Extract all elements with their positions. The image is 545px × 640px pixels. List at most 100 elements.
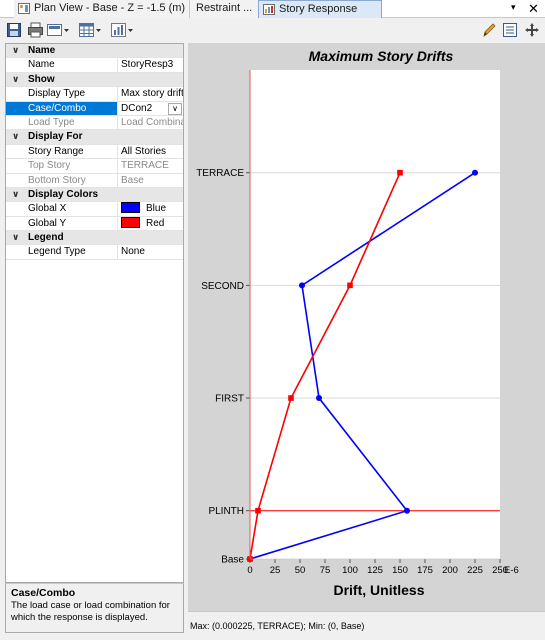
close-icon[interactable]: ✕ [528, 1, 542, 17]
property-value[interactable]: DCon2 ∨ [118, 102, 183, 115]
property-value: TERRACE [118, 159, 183, 172]
data-point-series-1 [397, 169, 403, 176]
x-tick-label: 175 [417, 565, 433, 576]
property-name: Display Type [6, 87, 118, 101]
pencil-button[interactable] [482, 22, 497, 40]
list-button[interactable] [502, 22, 518, 40]
chart-panel: Maximum Story Drifts Base PLINTH FIRST SECON… [188, 43, 545, 611]
data-point-series-1 [255, 507, 261, 514]
category-show[interactable]: ∨ Show [6, 72, 183, 88]
property-row-story-range[interactable]: Story Range All Stories [6, 144, 183, 160]
property-value[interactable]: Blue [118, 202, 183, 215]
property-row-global-y[interactable]: Global Y Red [6, 216, 183, 232]
tab-story-response[interactable]: Story Response [258, 0, 382, 18]
property-value-text: TERRACE [121, 160, 169, 172]
category-title: Display Colors [28, 188, 99, 200]
category-name[interactable]: ∨ Name [6, 44, 183, 59]
tab-label: Restraint ... [196, 2, 253, 14]
description-text: The load case or load combination for wh… [11, 600, 170, 623]
collapse-caret-icon[interactable]: ∨ [12, 188, 19, 201]
x-tick-label: 100 [342, 565, 358, 576]
tab-label: Plan View - Base - Z = -1.5 (m) [34, 2, 186, 14]
y-tick-label-second: SECOND [201, 281, 244, 292]
chart-type-button[interactable] [110, 22, 134, 40]
property-name: Name [6, 58, 118, 72]
pan-button[interactable] [524, 22, 540, 40]
property-value[interactable]: None [118, 245, 183, 258]
status-bar: Max: (0.000225, TERRACE); Min: (0, Base) [188, 611, 545, 639]
plan-view-icon [18, 3, 30, 14]
properties-grid: ∨ Name Name StoryResp3 ∨ Show Display Type Max … [5, 43, 184, 583]
property-value: Load Combination [118, 116, 183, 129]
property-row-load-type: Load TypeLoad Combination [6, 115, 183, 131]
data-point-series-1 [347, 282, 353, 289]
display-options-icon [47, 24, 69, 36]
x-tick-label: 0 [247, 565, 252, 576]
display-options-button[interactable] [46, 22, 70, 40]
category-legend[interactable]: ∨ Legend [6, 231, 183, 246]
property-row-bottom-story: Bottom Story Base [6, 173, 183, 188]
property-value-text: All Stories [121, 145, 167, 157]
data-point-series-0 [316, 395, 322, 402]
y-tick-label-plinth: PLINTH [208, 506, 244, 517]
color-swatch[interactable] [121, 202, 140, 214]
y-tick-label-first: FIRST [215, 394, 244, 405]
property-value-text: DCon2 [121, 102, 153, 114]
print-button[interactable] [27, 22, 44, 40]
pan-icon [525, 23, 539, 37]
story-drift-chart: Maximum Story Drifts Base PLINTH FIRST SECON… [196, 48, 519, 598]
tab-restraint[interactable]: Restraint ... [190, 0, 258, 18]
property-name: Legend Type [6, 245, 118, 259]
x-axis-label: Drift, Unitless [333, 582, 424, 598]
status-text: Max: (0.000225, TERRACE); Min: (0, Base) [190, 621, 365, 631]
dropdown-arrow-icon[interactable]: ∨ [168, 102, 182, 115]
properties-body: ∨ Name Name StoryResp3 ∨ Show Display Type Max … [6, 44, 183, 260]
property-name: Bottom Story [6, 173, 118, 187]
toolbar [0, 19, 545, 43]
property-row-legend-type[interactable]: Legend Type None [6, 245, 183, 260]
data-point-series-0 [404, 507, 410, 514]
story-response-icon [263, 4, 275, 15]
description-title: Case/Combo [11, 587, 76, 599]
category-title: Show [28, 73, 55, 85]
save-button[interactable] [6, 22, 22, 40]
category-display-for[interactable]: ∨ Display For [6, 130, 183, 145]
property-value-text: Blue [146, 203, 167, 215]
list-icon [503, 23, 517, 37]
tab-plan-view[interactable]: Plan View - Base - Z = -1.5 (m) [14, 0, 190, 18]
property-value-text: None [121, 246, 145, 258]
x-unit-suffix: E-6 [504, 565, 519, 576]
property-value-text: Red [146, 217, 165, 229]
property-value-text: Load Combination [121, 116, 183, 128]
property-row-name[interactable]: Name StoryResp3 [6, 58, 183, 73]
collapse-caret-icon[interactable]: ∨ [12, 73, 19, 86]
data-point-series-1 [288, 395, 294, 401]
property-row-global-x[interactable]: Global X Blue [6, 202, 183, 217]
property-row-display-type[interactable]: Display Type Max story drifts [6, 87, 183, 102]
save-icon [7, 23, 21, 37]
property-row-case-combo[interactable]: Case/Combo DCon2 ∨ [6, 101, 183, 116]
property-value[interactable]: All Stories [118, 145, 183, 158]
property-name: Story Range [6, 144, 118, 159]
tab-list-dropdown-icon[interactable]: ▾ [511, 2, 525, 13]
collapse-caret-icon[interactable]: ∨ [12, 44, 19, 57]
property-row-top-story: Top Story TERRACE [6, 159, 183, 174]
chart-type-icon [111, 23, 133, 37]
category-title: Display For [28, 131, 83, 143]
property-value[interactable]: Red [118, 216, 183, 230]
property-name: Global X [6, 202, 118, 216]
data-point-series-0 [299, 282, 305, 289]
color-swatch[interactable] [121, 216, 140, 228]
collapse-caret-icon[interactable]: ∨ [12, 130, 19, 143]
x-tick-label: 200 [442, 565, 458, 576]
y-tick-label-terrace: TERRACE [196, 168, 244, 179]
collapse-caret-icon[interactable]: ∨ [12, 231, 19, 244]
property-description: Case/Combo The load case or load combina… [5, 583, 184, 633]
x-tick-label: 125 [367, 565, 383, 576]
property-value-text: Max story drifts [121, 88, 183, 100]
category-display-colors[interactable]: ∨ Display Colors [6, 187, 183, 203]
data-point-series-0 [472, 169, 478, 176]
table-button[interactable] [78, 22, 102, 40]
property-value[interactable]: Max story drifts [118, 87, 183, 100]
property-value[interactable]: StoryResp3 [118, 58, 183, 71]
